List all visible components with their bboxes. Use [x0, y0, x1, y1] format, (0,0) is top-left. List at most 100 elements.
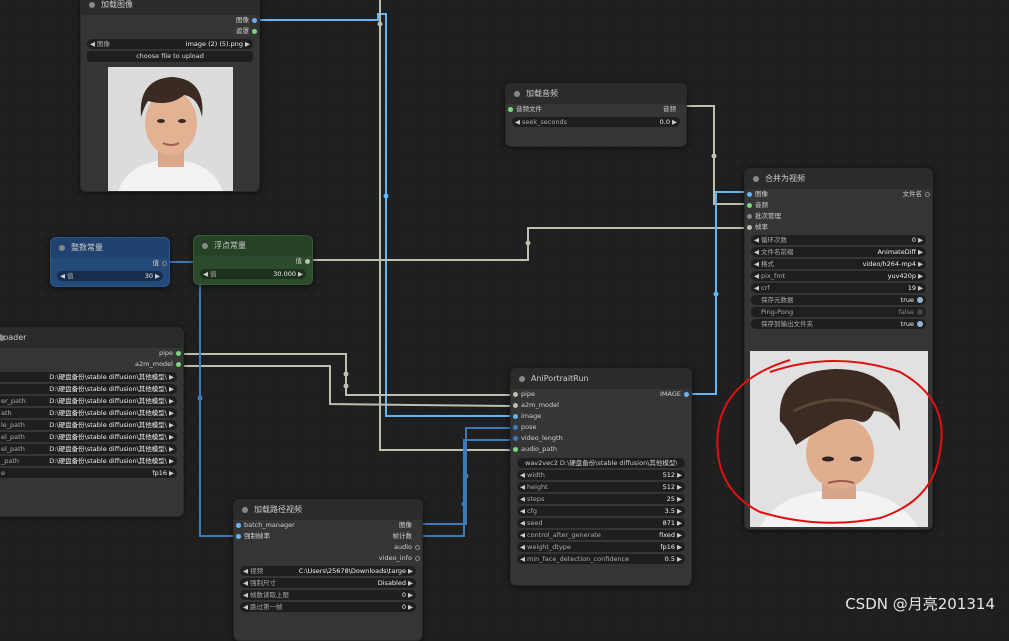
input-dot-icon[interactable] [513, 447, 518, 452]
arrow-right-icon[interactable]: ▶ [169, 396, 174, 406]
arrow-right-icon[interactable]: ▶ [677, 470, 682, 480]
input-pipe[interactable]: pipe IMAGE [511, 389, 691, 400]
output-dot-icon[interactable] [176, 351, 181, 356]
combine-toggle[interactable]: 保存元数据 true [751, 295, 926, 305]
combine-toggle[interactable]: Ping-Pong false [751, 307, 926, 317]
input-dot-icon[interactable] [513, 425, 518, 430]
arrow-left-icon[interactable]: ◀ [243, 602, 248, 612]
input-audio-file[interactable]: 音频文件 音频 [506, 104, 686, 115]
arrow-right-icon[interactable]: ▶ [677, 530, 682, 540]
combine-param-field[interactable]: ◀ 格式 video/h264-mp4 ▶ [751, 259, 926, 269]
arrow-left-icon[interactable]: ◀ [243, 566, 248, 576]
node-title[interactable]: 加载图像 [81, 0, 259, 15]
loader-path-field[interactable]: ◀D:\硬盘备份\stable diffusion\其他模型\▶ [0, 372, 177, 382]
float-constant-node[interactable]: 浮点常量 值 ◀ 值 30.000 ▶ [193, 235, 313, 285]
upload-button[interactable]: choose file to upload [87, 51, 253, 62]
arrow-right-icon[interactable]: ▶ [169, 372, 174, 382]
int-value-field[interactable]: ◀ 值 30 ▶ [57, 271, 163, 281]
arrow-left-icon[interactable]: ◀ [754, 283, 759, 293]
arrow-left-icon[interactable]: ◀ [520, 470, 525, 480]
combine-param-field[interactable]: ◀ 文件名前缀 AnimateDiff ▶ [751, 247, 926, 257]
combine-param-field[interactable]: ◀ 循环次数 0 ▶ [751, 235, 926, 245]
toggle-dot-icon[interactable] [917, 309, 923, 315]
arrow-right-icon[interactable]: ▶ [245, 39, 250, 49]
arrow-left-icon[interactable]: ◀ [90, 39, 95, 49]
combine-input[interactable]: 帧率 [745, 222, 932, 233]
video-param-field[interactable]: ◀ 帧数读取上限 0 ▶ [240, 590, 416, 600]
arrow-right-icon[interactable]: ▶ [677, 494, 682, 504]
arrow-right-icon[interactable]: ▶ [918, 235, 923, 245]
input-a2m-model[interactable]: a2m_model [511, 400, 691, 411]
arrow-right-icon[interactable]: ▶ [169, 384, 174, 394]
combine-param-field[interactable]: ◀ crf 19 ▶ [751, 283, 926, 293]
arrow-right-icon[interactable]: ▶ [155, 271, 160, 281]
node-title[interactable]: Loader [0, 328, 183, 348]
output-dot-icon[interactable] [176, 362, 181, 367]
output-mask[interactable]: 遮罩 [81, 26, 259, 37]
float-value-field[interactable]: ◀ 值 30.000 ▶ [200, 269, 306, 279]
arrow-right-icon[interactable]: ▶ [408, 566, 413, 576]
int-constant-node[interactable]: 整数常量 值 ◀ 值 30 ▶ [50, 237, 170, 287]
output-dot-icon[interactable] [415, 545, 420, 550]
load-image-node[interactable]: 加载图像 图像 遮罩 ◀ 图像 image (2) (5).png ▶ choo… [80, 0, 260, 192]
output-video-info[interactable]: video_info [234, 553, 422, 564]
output-dot-icon[interactable] [252, 29, 257, 34]
node-title[interactable]: AniPortraitRun [511, 369, 691, 389]
loader-path-field[interactable]: ◀efp16▶ [0, 468, 177, 478]
video-param-field[interactable]: ◀ 视频 C:\Users\25678\Downloads\targe ▶ [240, 566, 416, 576]
loader-path-field[interactable]: ◀le_pathD:\硬盘备份\stable diffusion\其他模型\▶ [0, 420, 177, 430]
video-combine-node[interactable]: 合并为视频 图像 文件名 音频 批次管理 帧率 ◀ 循环次数 0 ▶ ◀ 文件名前缀 Animate… [744, 168, 933, 530]
output-audio[interactable]: audio [234, 542, 422, 553]
arrow-right-icon[interactable]: ▶ [918, 259, 923, 269]
arrow-left-icon[interactable]: ◀ [60, 271, 65, 281]
output-value[interactable]: 值 [51, 258, 169, 269]
arrow-right-icon[interactable]: ▶ [298, 269, 303, 279]
arrow-right-icon[interactable]: ▶ [677, 506, 682, 516]
arrow-left-icon[interactable]: ◀ [520, 530, 525, 540]
load-video-node[interactable]: 加载路径视频 batch_manager 图像 强制帧率 帧计数 audio v… [233, 499, 423, 641]
output-dot-icon[interactable] [508, 107, 513, 112]
input-video-length[interactable]: video_length [511, 433, 691, 444]
arrow-left-icon[interactable]: ◀ [754, 235, 759, 245]
loader-path-field[interactable]: ◀er_pathD:\硬盘备份\stable diffusion\其他模型\▶ [0, 396, 177, 406]
arrow-right-icon[interactable]: ▶ [169, 432, 174, 442]
arrow-right-icon[interactable]: ▶ [408, 578, 413, 588]
param-steps[interactable]: ◀ steps 25 ▶ [517, 494, 685, 504]
arrow-left-icon[interactable]: ◀ [520, 482, 525, 492]
arrow-left-icon[interactable]: ◀ [520, 554, 525, 564]
arrow-left-icon[interactable]: ◀ [243, 590, 248, 600]
arrow-right-icon[interactable]: ▶ [169, 468, 174, 478]
arrow-right-icon[interactable]: ▶ [677, 554, 682, 564]
node-title[interactable]: 整数常量 [51, 238, 169, 258]
param-weight-dtype[interactable]: ◀ weight_dtype fp16 ▶ [517, 542, 685, 552]
node-title[interactable]: 加载路径视频 [234, 500, 422, 520]
output-dot-icon[interactable] [415, 556, 420, 561]
input-force-rate[interactable]: 强制帧率 帧计数 [234, 531, 422, 542]
param-min-face-detection-confidence[interactable]: ◀ min_face_detection_confidence 0.5 ▶ [517, 554, 685, 564]
arrow-right-icon[interactable]: ▶ [169, 408, 174, 418]
toggle-dot-icon[interactable] [917, 321, 923, 327]
arrow-left-icon[interactable]: ◀ [203, 269, 208, 279]
node-title[interactable]: 合并为视频 [745, 169, 932, 189]
output-a2m-model[interactable]: a2m_model [0, 359, 183, 370]
node-title[interactable]: 浮点常量 [194, 236, 312, 256]
output-dot-icon[interactable] [252, 18, 257, 23]
output-dot-icon[interactable] [236, 534, 241, 539]
load-audio-node[interactable]: 加载音频 音频文件 音频 ◀ seek_seconds 0.0 ▶ [505, 83, 687, 147]
loader-path-field[interactable]: ◀_pathD:\硬盘备份\stable diffusion\其他模型\▶ [0, 456, 177, 466]
arrow-right-icon[interactable]: ▶ [408, 590, 413, 600]
output-pipe[interactable]: pipe [0, 348, 183, 359]
input-batch-manager[interactable]: batch_manager 图像 [234, 520, 422, 531]
output-image[interactable]: 图像 [81, 15, 259, 26]
param-control-after-generate[interactable]: ◀ control_after_generate fixed ▶ [517, 530, 685, 540]
loader-path-field[interactable]: ◀D:\硬盘备份\stable diffusion\其他模型\▶ [0, 384, 177, 394]
input-dot-icon[interactable] [513, 414, 518, 419]
output-dot-icon[interactable] [925, 192, 930, 197]
param-seed[interactable]: ◀ seed 871 ▶ [517, 518, 685, 528]
combine-input[interactable]: 图像 文件名 [745, 189, 932, 200]
image-select[interactable]: ◀ 图像 image (2) (5).png ▶ [87, 39, 253, 49]
arrow-right-icon[interactable]: ▶ [408, 602, 413, 612]
input-audio-path[interactable]: audio_path [511, 444, 691, 455]
combine-input[interactable]: 批次管理 [745, 211, 932, 222]
arrow-left-icon[interactable]: ◀ [754, 247, 759, 257]
